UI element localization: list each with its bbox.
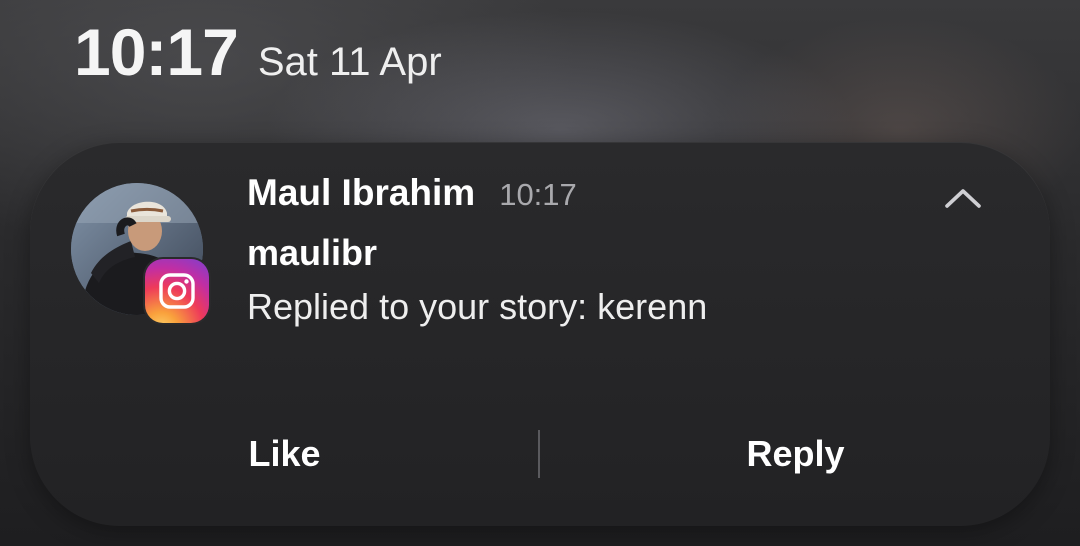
notification-actions: Like Reply [30, 412, 1050, 496]
like-button[interactable]: Like [30, 412, 539, 496]
collapse-button[interactable] [935, 178, 991, 218]
notification-card[interactable]: Maul Ibrahim 10:17 maulibr Replied to yo… [30, 142, 1050, 526]
instagram-icon [145, 259, 209, 323]
notification-username: maulibr [247, 232, 378, 273]
notification-header: Maul Ibrahim 10:17 [247, 172, 577, 214]
lockscreen-date: Sat 11 Apr [257, 40, 442, 84]
sender-avatar-group [71, 183, 209, 323]
notification-message: Replied to your story: kerenn [247, 286, 708, 327]
reply-button[interactable]: Reply [541, 412, 1050, 496]
actions-divider [538, 430, 540, 478]
sender-name: Maul Ibrahim [247, 172, 476, 213]
chevron-up-icon [945, 189, 981, 208]
lockscreen-clock: 10:17 [74, 15, 239, 89]
lockscreen-status: 10:17 Sat 11 Apr [74, 14, 442, 94]
notification-time: 10:17 [499, 177, 577, 212]
